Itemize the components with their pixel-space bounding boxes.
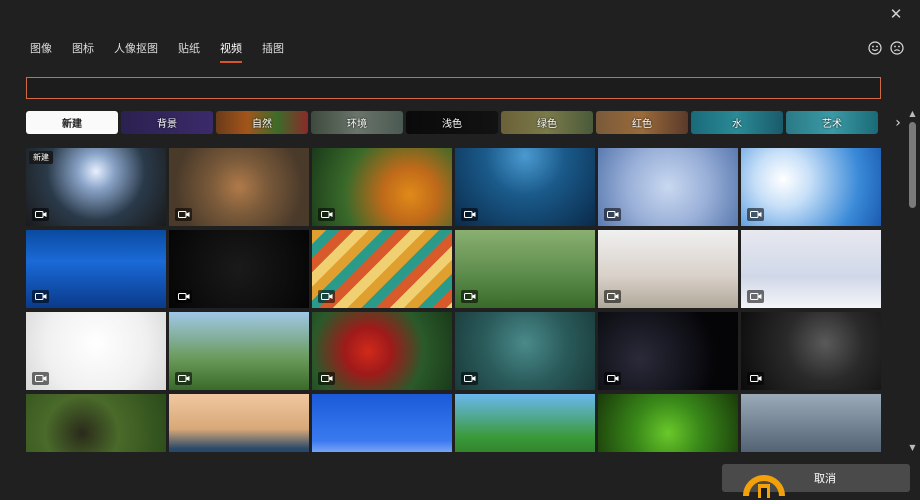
video-camera-icon xyxy=(175,208,192,221)
filter-chip-6[interactable]: 红色 xyxy=(596,111,688,134)
video-camera-icon xyxy=(32,372,49,385)
video-camera-icon xyxy=(461,290,478,303)
cancel-label: 取消 xyxy=(814,472,836,485)
video-tile[interactable] xyxy=(598,394,738,452)
video-camera-icon xyxy=(32,290,49,303)
video-camera-icon xyxy=(32,208,49,221)
video-camera-icon xyxy=(318,372,335,385)
video-tile[interactable] xyxy=(455,148,595,226)
video-camera-icon xyxy=(604,208,621,221)
chevron-right-icon[interactable]: › xyxy=(892,116,904,132)
video-tile[interactable] xyxy=(26,394,166,452)
tab-4[interactable]: 视频 xyxy=(220,40,242,66)
tab-0[interactable]: 图像 xyxy=(30,40,52,66)
video-camera-icon xyxy=(461,208,478,221)
video-camera-icon xyxy=(747,290,764,303)
filter-chip-4[interactable]: 浅色 xyxy=(406,111,498,134)
video-tile[interactable] xyxy=(741,394,881,452)
video-tile[interactable] xyxy=(26,230,166,308)
video-tile[interactable] xyxy=(312,312,452,390)
close-button[interactable]: ✕ xyxy=(886,4,906,24)
video-tile[interactable] xyxy=(169,148,309,226)
tab-5[interactable]: 插图 xyxy=(262,40,284,66)
video-tile[interactable] xyxy=(455,394,595,452)
feedback-group xyxy=(868,41,904,55)
video-tile[interactable] xyxy=(598,312,738,390)
frown-icon[interactable] xyxy=(890,41,904,55)
video-tile[interactable]: 新建 xyxy=(26,148,166,226)
video-tile[interactable] xyxy=(312,148,452,226)
filter-chip-1[interactable]: 背景 xyxy=(121,111,213,134)
filter-chip-8[interactable]: 艺术 xyxy=(786,111,878,134)
video-camera-icon xyxy=(604,290,621,303)
scrollbar[interactable]: ▲ ▼ xyxy=(907,108,918,453)
video-tile[interactable] xyxy=(598,148,738,226)
video-grid: 新建 xyxy=(26,148,882,452)
video-tile[interactable] xyxy=(598,230,738,308)
video-tile[interactable] xyxy=(312,394,452,452)
filter-chip-3[interactable]: 环境 xyxy=(311,111,403,134)
watermark-logo xyxy=(743,475,785,498)
video-tile[interactable] xyxy=(26,312,166,390)
video-tile[interactable] xyxy=(455,230,595,308)
video-tile[interactable] xyxy=(741,230,881,308)
scroll-down-icon[interactable]: ▼ xyxy=(907,442,918,453)
video-tile[interactable] xyxy=(741,148,881,226)
tab-2[interactable]: 人像抠图 xyxy=(114,40,158,66)
video-camera-icon xyxy=(175,290,192,303)
video-camera-icon xyxy=(318,208,335,221)
video-tile[interactable] xyxy=(741,312,881,390)
scrollbar-thumb[interactable] xyxy=(909,122,916,208)
video-tile[interactable] xyxy=(169,230,309,308)
smile-icon[interactable] xyxy=(868,41,882,55)
filter-chips: 新建 背景 自然 环境 浅色 绿色 红色水艺术 xyxy=(26,111,882,135)
video-tile[interactable] xyxy=(455,312,595,390)
category-tabs: 图像 图标 人像抠图 贴纸 视频 插图 xyxy=(30,40,284,66)
video-camera-icon xyxy=(461,372,478,385)
video-camera-icon xyxy=(604,372,621,385)
new-badge: 新建 xyxy=(29,151,53,164)
filter-chip-0[interactable]: 新建 xyxy=(26,111,118,134)
scroll-up-icon[interactable]: ▲ xyxy=(907,108,918,119)
video-tile[interactable] xyxy=(169,394,309,452)
video-camera-icon xyxy=(747,372,764,385)
tab-3[interactable]: 贴纸 xyxy=(178,40,200,66)
video-tile[interactable] xyxy=(312,230,452,308)
filter-chip-2[interactable]: 自然 xyxy=(216,111,308,134)
video-tile[interactable] xyxy=(169,312,309,390)
video-camera-icon xyxy=(747,208,764,221)
filter-chip-7[interactable]: 水 xyxy=(691,111,783,134)
search-input[interactable] xyxy=(26,77,881,99)
video-camera-icon xyxy=(175,372,192,385)
tab-1[interactable]: 图标 xyxy=(72,40,94,66)
video-camera-icon xyxy=(318,290,335,303)
filter-chip-5[interactable]: 绿色 xyxy=(501,111,593,134)
